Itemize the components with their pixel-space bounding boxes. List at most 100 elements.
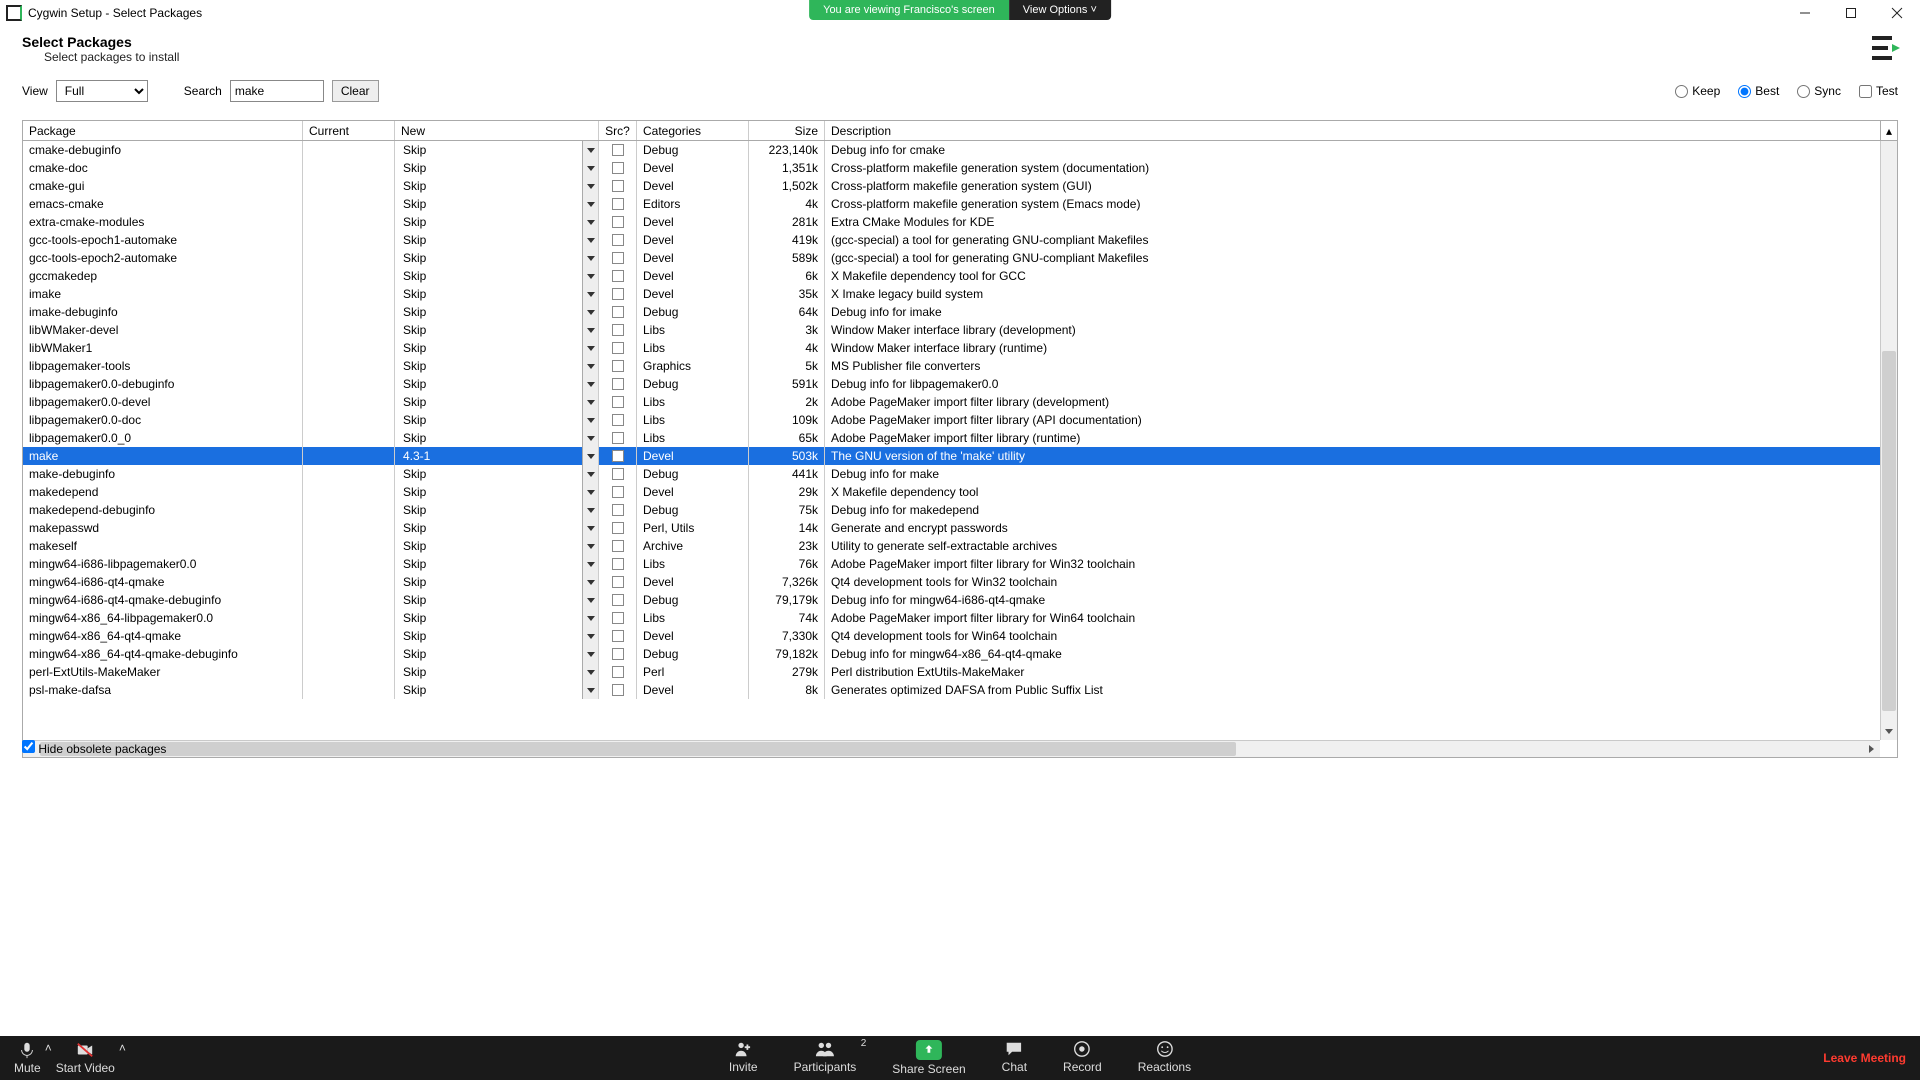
table-row[interactable]: makepasswdSkipPerl, Utils14kGenerate and… (23, 519, 1880, 537)
src-checkbox[interactable] (612, 180, 624, 192)
version-dropdown-button[interactable] (582, 465, 598, 483)
src-checkbox[interactable] (612, 594, 624, 606)
col-package[interactable]: Package (23, 121, 303, 140)
version-dropdown-button[interactable] (582, 609, 598, 627)
table-row[interactable]: cmake-docSkipDevel1,351kCross-platform m… (23, 159, 1880, 177)
table-row[interactable]: gcc-tools-epoch2-automakeSkipDevel589k(g… (23, 249, 1880, 267)
table-row[interactable]: psl-make-dafsaSkipDevel8kGenerates optim… (23, 681, 1880, 699)
version-dropdown-button[interactable] (582, 591, 598, 609)
version-dropdown-button[interactable] (582, 357, 598, 375)
scroll-up-button[interactable]: ▴ (1880, 121, 1897, 140)
table-row[interactable]: mingw64-x86_64-libpagemaker0.0SkipLibs74… (23, 609, 1880, 627)
src-checkbox[interactable] (612, 666, 624, 678)
src-checkbox[interactable] (612, 684, 624, 696)
start-video-button[interactable]: Start Video (56, 1041, 115, 1075)
version-dropdown-button[interactable] (582, 303, 598, 321)
search-input[interactable] (230, 80, 324, 102)
table-row[interactable]: mingw64-i686-qt4-qmakeSkipDevel7,326kQt4… (23, 573, 1880, 591)
table-row[interactable]: mingw64-x86_64-qt4-qmakeSkipDevel7,330kQ… (23, 627, 1880, 645)
table-row[interactable]: makedependSkipDevel29kX Makefile depende… (23, 483, 1880, 501)
minimize-button[interactable] (1782, 0, 1828, 26)
src-checkbox[interactable] (612, 378, 624, 390)
version-dropdown-button[interactable] (582, 159, 598, 177)
scroll-right-button[interactable] (1863, 741, 1880, 758)
table-row[interactable]: perl-ExtUtils-MakeMakerSkipPerl279kPerl … (23, 663, 1880, 681)
table-row[interactable]: cmake-debuginfoSkipDebug223,140kDebug in… (23, 141, 1880, 159)
version-dropdown-button[interactable] (582, 645, 598, 663)
version-dropdown-button[interactable] (582, 573, 598, 591)
clear-button[interactable]: Clear (332, 80, 379, 102)
version-dropdown-button[interactable] (582, 483, 598, 501)
scrollbar-thumb[interactable] (1882, 351, 1896, 711)
view-select[interactable]: Full (56, 80, 148, 102)
version-dropdown-button[interactable] (582, 501, 598, 519)
invite-button[interactable]: Invite (729, 1040, 758, 1076)
table-row[interactable]: make4.3-1Devel503kThe GNU version of the… (23, 447, 1880, 465)
version-dropdown-button[interactable] (582, 339, 598, 357)
version-dropdown-button[interactable] (582, 519, 598, 537)
table-row[interactable]: extra-cmake-modulesSkipDevel281kExtra CM… (23, 213, 1880, 231)
test-checkbox[interactable]: Test (1859, 84, 1898, 98)
table-row[interactable]: gcc-tools-epoch1-automakeSkipDevel419k(g… (23, 231, 1880, 249)
version-dropdown-button[interactable] (582, 141, 598, 159)
version-dropdown-button[interactable] (582, 249, 598, 267)
version-dropdown-button[interactable] (582, 375, 598, 393)
src-checkbox[interactable] (612, 306, 624, 318)
col-categories[interactable]: Categories (637, 121, 749, 140)
reactions-button[interactable]: Reactions (1138, 1040, 1191, 1076)
src-checkbox[interactable] (612, 234, 624, 246)
table-row[interactable]: libWMaker1SkipLibs4kWindow Maker interfa… (23, 339, 1880, 357)
src-checkbox[interactable] (612, 450, 624, 462)
radio-keep[interactable]: Keep (1675, 84, 1720, 98)
table-row[interactable]: libpagemaker0.0-develSkipLibs2kAdobe Pag… (23, 393, 1880, 411)
hide-obsolete-checkbox[interactable]: Hide obsolete packages (22, 740, 166, 756)
scroll-down-button[interactable] (1881, 723, 1897, 740)
version-dropdown-button[interactable] (582, 321, 598, 339)
version-dropdown-button[interactable] (582, 267, 598, 285)
table-row[interactable]: makedepend-debuginfoSkipDebug75kDebug in… (23, 501, 1880, 519)
table-row[interactable]: mingw64-i686-libpagemaker0.0SkipLibs76kA… (23, 555, 1880, 573)
table-row[interactable]: cmake-guiSkipDevel1,502kCross-platform m… (23, 177, 1880, 195)
src-checkbox[interactable] (612, 504, 624, 516)
src-checkbox[interactable] (612, 324, 624, 336)
table-row[interactable]: libpagemaker-toolsSkipGraphics5kMS Publi… (23, 357, 1880, 375)
table-row[interactable]: imakeSkipDevel35kX Imake legacy build sy… (23, 285, 1880, 303)
table-row[interactable]: gccmakedepSkipDevel6kX Makefile dependen… (23, 267, 1880, 285)
src-checkbox[interactable] (612, 270, 624, 282)
table-row[interactable]: imake-debuginfoSkipDebug64kDebug info fo… (23, 303, 1880, 321)
version-dropdown-button[interactable] (582, 537, 598, 555)
version-dropdown-button[interactable] (582, 411, 598, 429)
radio-best[interactable]: Best (1738, 84, 1779, 98)
version-dropdown-button[interactable] (582, 213, 598, 231)
col-size[interactable]: Size (749, 121, 825, 140)
table-row[interactable]: libWMaker-develSkipLibs3kWindow Maker in… (23, 321, 1880, 339)
col-new[interactable]: New (395, 121, 599, 140)
table-row[interactable]: libpagemaker0.0-docSkipLibs109kAdobe Pag… (23, 411, 1880, 429)
table-row[interactable]: makeselfSkipArchive23kUtility to generat… (23, 537, 1880, 555)
src-checkbox[interactable] (612, 162, 624, 174)
col-current[interactable]: Current (303, 121, 395, 140)
src-checkbox[interactable] (612, 486, 624, 498)
table-row[interactable]: libpagemaker0.0-debuginfoSkipDebug591kDe… (23, 375, 1880, 393)
version-dropdown-button[interactable] (582, 231, 598, 249)
src-checkbox[interactable] (612, 576, 624, 588)
src-checkbox[interactable] (612, 144, 624, 156)
version-dropdown-button[interactable] (582, 663, 598, 681)
radio-sync[interactable]: Sync (1797, 84, 1841, 98)
table-row[interactable]: emacs-cmakeSkipEditors4kCross-platform m… (23, 195, 1880, 213)
col-description[interactable]: Description (825, 121, 1880, 140)
h-scrollbar-thumb[interactable] (40, 742, 1236, 756)
version-dropdown-button[interactable] (582, 681, 598, 699)
version-dropdown-button[interactable] (582, 627, 598, 645)
src-checkbox[interactable] (612, 468, 624, 480)
leave-meeting-button[interactable]: Leave Meeting (1823, 1051, 1906, 1065)
src-checkbox[interactable] (612, 558, 624, 570)
version-dropdown-button[interactable] (582, 195, 598, 213)
version-dropdown-button[interactable] (582, 555, 598, 573)
mute-button[interactable]: Mute (14, 1041, 41, 1075)
close-button[interactable] (1874, 0, 1920, 26)
src-checkbox[interactable] (612, 396, 624, 408)
video-options-chevron[interactable]: ˄ (119, 1041, 126, 1075)
version-dropdown-button[interactable] (582, 429, 598, 447)
src-checkbox[interactable] (612, 540, 624, 552)
